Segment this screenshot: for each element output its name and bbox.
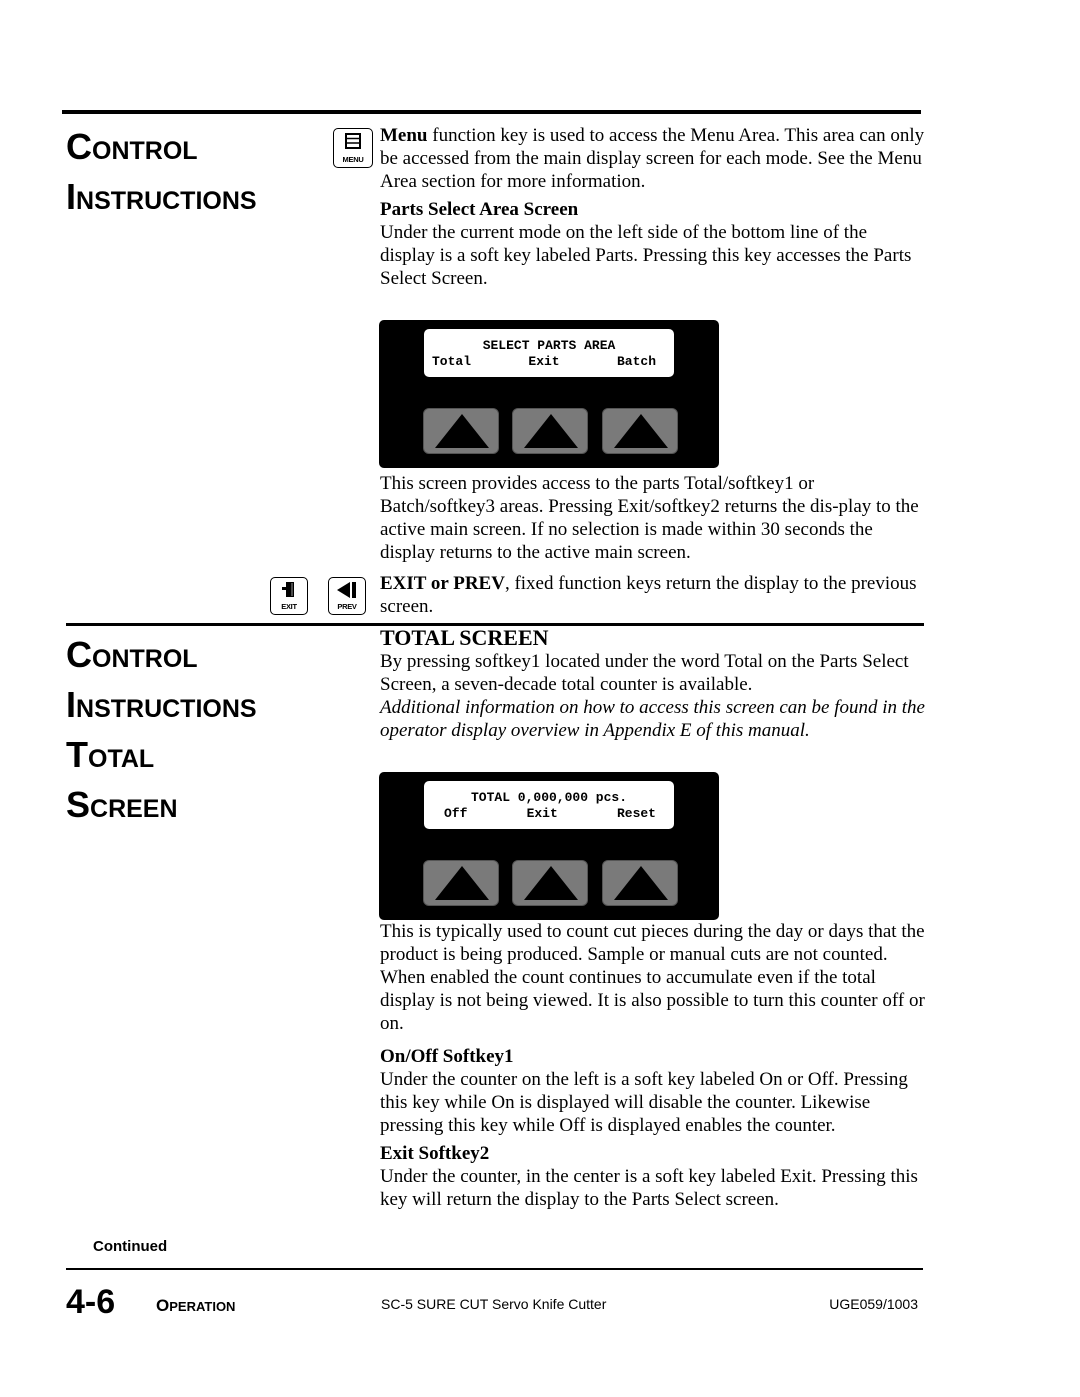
screen-description: This screen provides access to the parts… (380, 472, 925, 618)
up-arrow-icon (614, 866, 668, 900)
total-screen-intro: TOTAL SCREEN By pressing softkey1 locate… (380, 626, 925, 742)
title-line: INSTRUCTIONS (66, 684, 257, 725)
page-number: 4-6 (66, 1283, 116, 1321)
exit-softkey-heading: Exit Softkey2 (380, 1143, 490, 1164)
lcd-softkey-labels: Total Exit Batch (432, 353, 656, 370)
top-rule (62, 110, 921, 114)
softkey-label-1: Total (432, 354, 472, 369)
lcd-screen: TOTAL 0,000,000 pcs. Off Exit Reset (424, 781, 674, 829)
total-screen-details: This is typically used to count cut piec… (380, 920, 925, 1211)
lcd-line1: TOTAL 0,000,000 pcs. (470, 790, 628, 805)
softkey-2-button[interactable] (512, 408, 588, 454)
up-arrow-icon (524, 414, 578, 448)
total-screen-heading: TOTAL SCREEN (380, 625, 549, 650)
continued-label: Continued (93, 1238, 168, 1255)
menu-description: Menu function key is used to access the … (380, 124, 925, 290)
softkey-label-2: Exit (528, 354, 560, 369)
exit-prev-paragraph: EXIT or PREV, fixed function keys return… (380, 573, 917, 617)
exit-door-icon (282, 582, 294, 597)
section-title-control-instructions: CONTROL INSTRUCTIONS (66, 124, 257, 224)
softkey-label-3: Batch (616, 354, 656, 369)
menu-icon (345, 133, 361, 149)
menu-key: MENU (333, 128, 373, 168)
onoff-softkey-heading: On/Off Softkey1 (380, 1046, 514, 1067)
footer-document-title: SC-5 SURE CUT Servo Knife Cutter (381, 1296, 607, 1312)
prev-arrow-icon (337, 582, 356, 598)
footer-document-code: UGE059/1003 (829, 1296, 918, 1312)
softkey-1-button[interactable] (423, 408, 499, 454)
total-intro-paragraph: By pressing softkey1 located under the w… (380, 651, 909, 695)
softkey-3-button[interactable] (602, 408, 678, 454)
softkey-1-button[interactable] (423, 860, 499, 906)
usage-paragraph: This is typically used to count cut piec… (380, 921, 925, 1034)
display-panel-select-parts: SELECT PARTS AREA Total Exit Batch (379, 320, 719, 468)
total-intro-italic: Additional information on how to access … (380, 697, 925, 741)
up-arrow-icon (435, 866, 489, 900)
lcd-softkey-labels: Off Exit Reset (444, 805, 656, 822)
menu-paragraph: Menu function key is used to access the … (380, 125, 925, 192)
title-line: INSTRUCTIONS (66, 176, 257, 217)
softkey-label-1: Off (444, 806, 468, 821)
onoff-paragraph: Under the counter on the left is a soft … (380, 1069, 908, 1136)
softkey-label-3: Reset (616, 806, 656, 821)
display-panel-total: TOTAL 0,000,000 pcs. Off Exit Reset (379, 772, 719, 920)
lcd-screen: SELECT PARTS AREA Total Exit Batch (424, 329, 674, 377)
title-line: SCREEN (66, 784, 178, 825)
title-line: CONTROL (66, 126, 198, 167)
up-arrow-icon (524, 866, 578, 900)
title-line: TOTAL (66, 734, 155, 775)
softkey-label-2: Exit (526, 806, 558, 821)
exit-paragraph: Under the counter, in the center is a so… (380, 1166, 918, 1210)
parts-select-heading: Parts Select Area Screen (380, 199, 579, 220)
softkey-3-button[interactable] (602, 860, 678, 906)
softkey-2-button[interactable] (512, 860, 588, 906)
up-arrow-icon (435, 414, 489, 448)
footer-section-name: OPERATION (156, 1296, 236, 1315)
exit-key: EXIT (270, 577, 308, 615)
prev-key-label: PREV (337, 602, 357, 611)
footer-rule (66, 1268, 923, 1270)
up-arrow-icon (614, 414, 668, 448)
parts-select-paragraph: Under the current mode on the left side … (380, 222, 912, 289)
title-line: CONTROL (66, 634, 198, 675)
prev-key: PREV (328, 577, 366, 615)
screen-desc-paragraph: This screen provides access to the parts… (380, 473, 919, 563)
section-title-total-screen: CONTROL INSTRUCTIONS TOTAL SCREEN (66, 632, 257, 832)
lcd-line1: SELECT PARTS AREA (482, 338, 616, 353)
exit-key-label: EXIT (281, 602, 297, 611)
menu-key-label: MENU (342, 155, 364, 164)
